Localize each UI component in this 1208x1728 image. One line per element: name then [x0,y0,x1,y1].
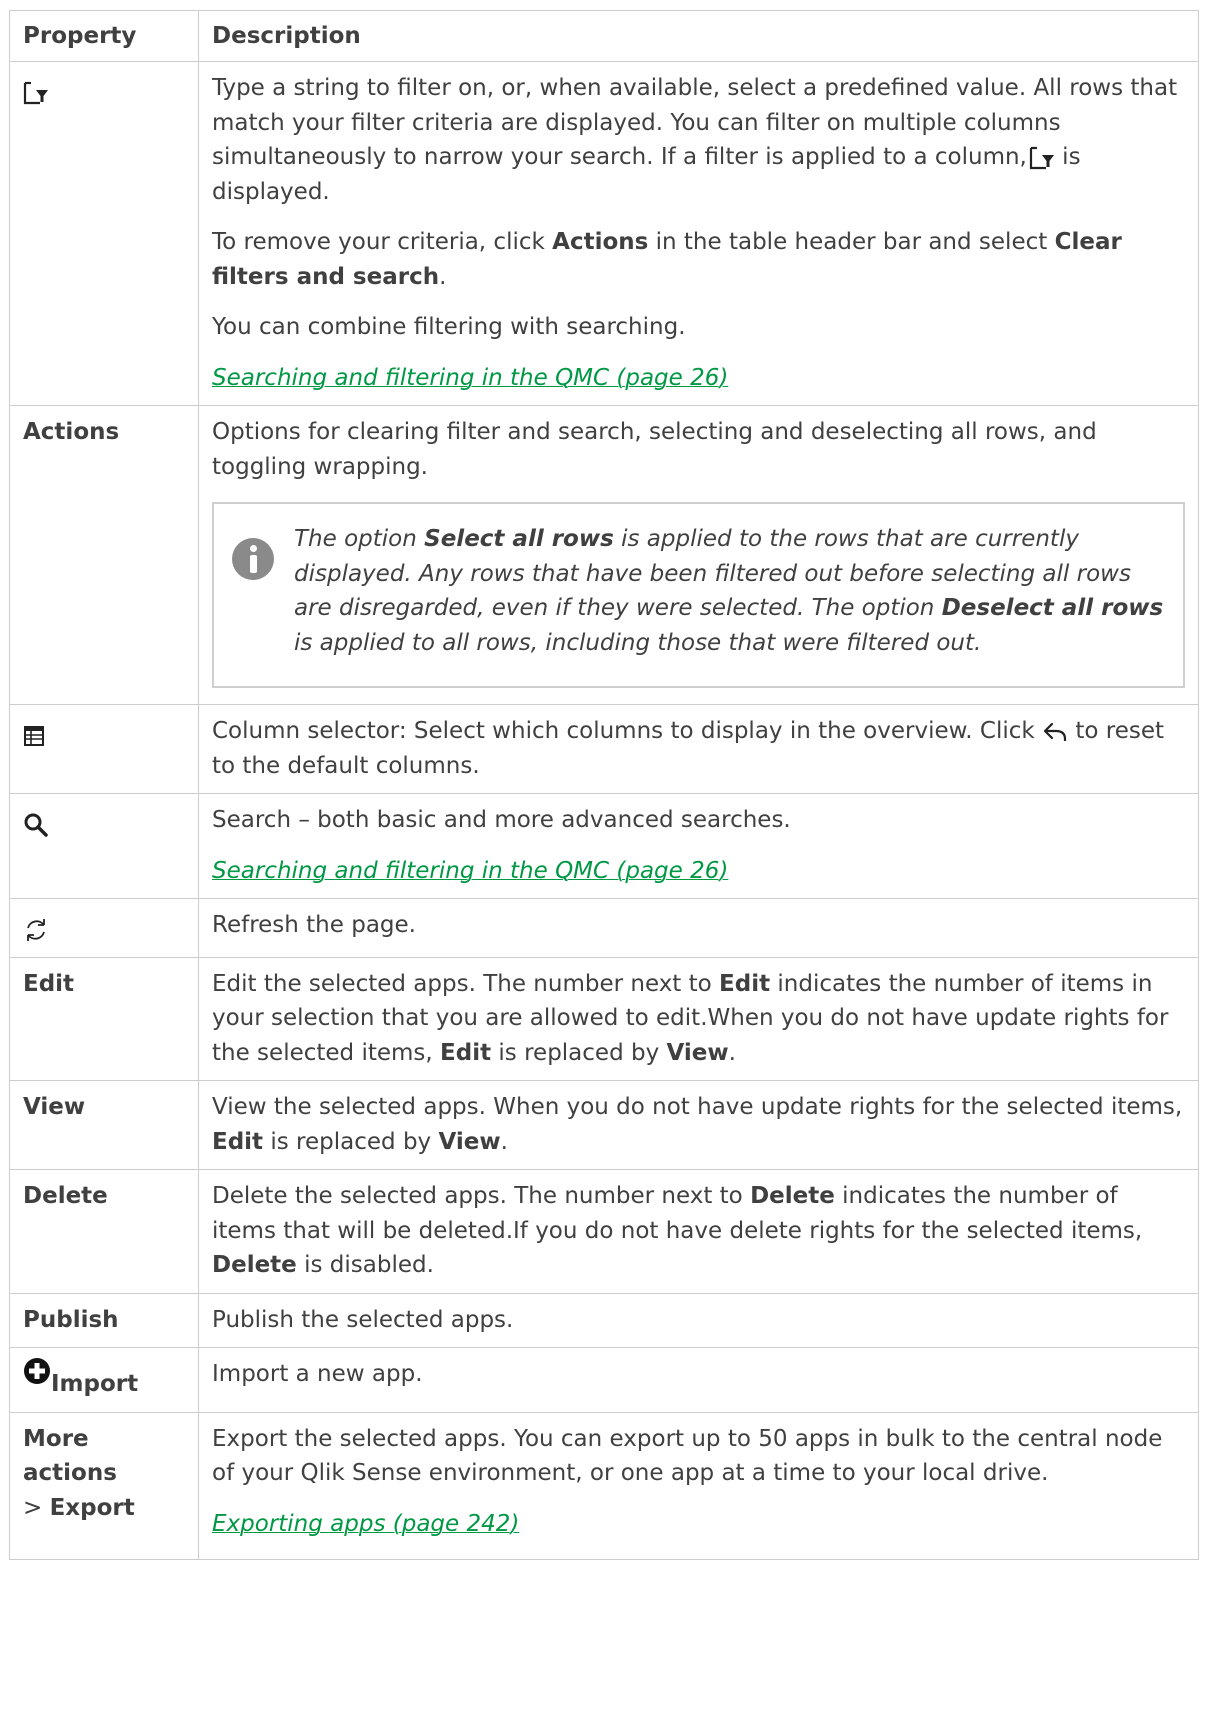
paragraph: Type a string to filter on, or, when ava… [212,71,1185,209]
bold-text: Edit [719,970,771,997]
paragraph: Searching and filtering in the QMC (page… [212,361,1185,396]
bold-text: View [438,1128,501,1155]
plus-circle-icon [24,1358,50,1384]
description-cell: View the selected apps. When you do not … [198,1080,1199,1170]
description-cell: Import a new app. [198,1347,1199,1413]
text: . [728,1039,736,1066]
more-actions-label: More actions [23,1425,117,1487]
text: . [439,263,447,290]
bold-text: Deselect all rows [941,595,1164,621]
paragraph: To remove your criteria, click Actions i… [212,225,1185,294]
property-cell: View [9,1080,199,1170]
property-cell: Import [9,1347,199,1413]
text: Delete the selected apps. The number nex… [212,1183,751,1209]
header-description: Description [198,10,1199,62]
table-row: Edit Edit the selected apps. The number … [9,956,1199,1081]
text: is applied to all rows, including those … [294,629,982,656]
text: To remove your criteria, click [212,229,553,255]
text: . [500,1128,508,1155]
description-cell: Column selector: Select which columns to… [198,704,1199,794]
description-cell: Delete the selected apps. The number nex… [198,1169,1199,1294]
description-cell: Refresh the page. [198,898,1199,958]
text: is replaced by [491,1039,667,1066]
property-cell: More actions > Export [9,1411,199,1560]
description-cell: Export the selected apps. You can export… [198,1411,1199,1560]
paragraph: Exporting apps (page 242) [212,1507,1185,1542]
table-row: Search – both basic and more advanced se… [9,793,1199,899]
bold-text: Edit [212,1128,264,1155]
bold-text: View [666,1039,729,1066]
bold-text: Actions [552,229,649,255]
property-cell: Publish [9,1292,199,1348]
table-row: More actions > Export Export the selecte… [9,1411,1199,1560]
table-row: View View the selected apps. When you do… [9,1080,1199,1170]
property-cell [9,704,199,794]
text: The option [294,526,425,552]
paragraph: Searching and filtering in the QMC (page… [212,854,1185,889]
filter-icon [1029,146,1054,169]
properties-table: Property Description Type a string to fi… [9,10,1199,1560]
property-cell: Delete [9,1169,199,1294]
filter-icon [23,81,48,104]
table-row: Import Import a new app. [9,1347,1199,1413]
paragraph: Export the selected apps. You can export… [212,1425,1163,1487]
note-box: The option Select all rows is applied to… [212,502,1185,688]
paragraph: Column selector: Select which columns to… [212,714,1185,783]
link-searching-filtering[interactable]: Searching and filtering in the QMC (page… [212,365,728,391]
search-icon [24,813,48,837]
export-label: Export [49,1494,135,1521]
property-cell: Edit [9,956,199,1081]
paragraph: You can combine filtering with searching… [212,314,686,340]
table-row: Type a string to filter on, or, when ava… [9,61,1199,406]
text: View the selected apps. When you do not … [212,1094,1183,1120]
header-property: Property [9,10,199,62]
text: in the table header bar and select [648,229,1055,255]
bold-text: Select all rows [424,526,614,552]
property-cell [9,61,199,406]
undo-arrow-icon [1043,722,1067,741]
bold-text: Delete [212,1252,297,1278]
table-row: Refresh the page. [9,898,1199,958]
text: is disabled. [296,1252,434,1278]
column-selector-icon [24,725,44,746]
bold-text: Edit [440,1039,492,1066]
import-label: Import [51,1371,139,1397]
note-text: The option Select all rows is applied to… [294,522,1165,660]
table-row: Actions Options for clearing filter and … [9,405,1199,705]
info-icon [232,538,274,580]
description-cell: Search – both basic and more advanced se… [198,793,1199,899]
header-row: Property Description [9,10,1199,62]
separator: > [23,1494,50,1521]
bold-text: Delete [750,1183,835,1209]
description-cell: Publish the selected apps. [198,1292,1199,1348]
text: is replaced by [263,1128,439,1155]
text: Edit the selected apps. The number next … [212,970,720,997]
property-cell [9,898,199,958]
link-searching-filtering[interactable]: Searching and filtering in the QMC (page… [212,858,728,884]
description-cell: Options for clearing filter and search, … [198,405,1199,705]
property-cell [9,793,199,899]
paragraph: Options for clearing filter and search, … [212,419,1097,480]
refresh-icon [27,918,45,941]
table-row: Delete Delete the selected apps. The num… [9,1169,1199,1294]
property-cell: Actions [9,405,199,705]
paragraph: Search – both basic and more advanced se… [212,807,791,833]
description-cell: Edit the selected apps. The number next … [198,956,1199,1081]
table-row: Publish Publish the selected apps. [9,1292,1199,1348]
description-cell: Type a string to filter on, or, when ava… [198,61,1199,406]
text: Column selector: Select which columns to… [212,718,1043,744]
table-row: Column selector: Select which columns to… [9,704,1199,794]
link-exporting-apps[interactable]: Exporting apps (page 242) [212,1511,519,1537]
